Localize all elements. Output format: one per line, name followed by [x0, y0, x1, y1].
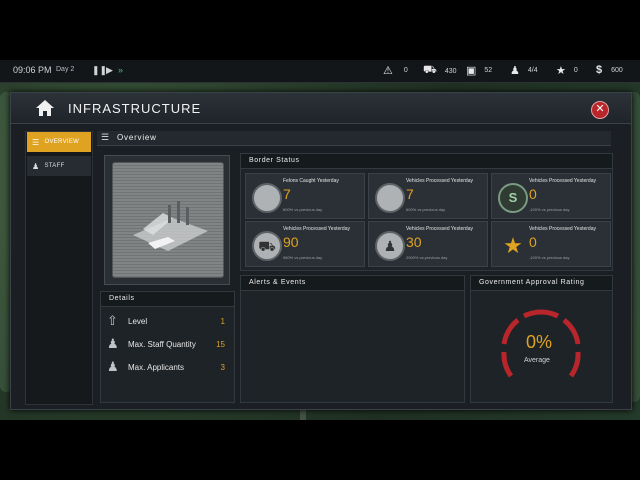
detail-row-applicants: ♟ Max. Applicants 3: [107, 359, 225, 374]
stat-tile: ★ Vehicles Processed Yesterday 0 -100% v…: [491, 221, 611, 267]
clock-time: 09:06 PM: [13, 65, 52, 75]
alerts-panel: Alerts & Events: [240, 275, 465, 403]
alerts-title: Alerts & Events: [241, 276, 464, 291]
details-title: Details: [101, 292, 234, 307]
vehicles-stat[interactable]: ⛟ 430: [423, 64, 457, 78]
car-check-icon: ⛟: [252, 231, 282, 261]
star-icon: ★: [503, 233, 523, 258]
applicants-icon: ♟: [107, 359, 119, 374]
money-icon: S: [498, 183, 528, 213]
day-counter: Day 2: [56, 66, 75, 73]
people-icon: ♟: [32, 161, 40, 171]
fast-forward-icon[interactable]: »: [118, 65, 123, 75]
section-header: ☰ Overview: [97, 131, 611, 146]
stat-tile: S Vehicles Processed Yesterday 0 -100% v…: [491, 173, 611, 219]
stat-tile: Felons Caught Yesterday 7 600% vs previo…: [245, 173, 365, 219]
level-up-icon: ⇧: [107, 313, 118, 328]
money-stat[interactable]: $ 600: [596, 64, 623, 76]
detail-row-staff: ♟ Max. Staff Quantity 15: [107, 336, 225, 351]
border-status-title: Border Status: [241, 154, 612, 169]
approval-title: Government Approval Rating: [471, 276, 612, 291]
layers-icon: ☰: [101, 132, 110, 142]
star-icon: ★: [556, 65, 566, 77]
approval-value: 0%: [526, 332, 553, 352]
people-icon: ♟: [107, 336, 119, 351]
window-header: INFRASTRUCTURE ✕: [11, 93, 631, 124]
details-panel: Details ⇧ Level 1 ♟ Max. Staff Quantity …: [100, 291, 235, 403]
car-icon: ⛟: [423, 64, 437, 76]
building-preview: [104, 155, 230, 285]
stat-tile: ♟ Vehicles Processed Yesterday 30 2900% …: [368, 221, 488, 267]
approval-caption: Average: [524, 357, 550, 364]
sidebar-item-overview[interactable]: ☰ OVERVIEW: [27, 132, 91, 152]
border-status-panel: Border Status Felons Caught Yesterday 7 …: [240, 153, 613, 271]
staff-stat[interactable]: ♟ 4/4: [510, 64, 538, 77]
people-icon: ♟: [510, 65, 520, 77]
infrastructure-window: INFRASTRUCTURE ✕ ☰ OVERVIEW ♟ STAFF ☰ Ov…: [10, 92, 632, 410]
dollar-icon: $: [596, 64, 603, 76]
stat-tile: ⛟ Vehicles Processed Yesterday 90 960% v…: [245, 221, 365, 267]
approval-panel: Government Approval Rating 0% Average: [470, 275, 613, 403]
sidebar-item-label: STAFF: [44, 163, 65, 169]
warning-icon: ⚠: [383, 65, 393, 77]
close-button[interactable]: ✕: [591, 101, 609, 119]
sidebar-item-label: OVERVIEW: [44, 139, 80, 145]
play-icon[interactable]: ▶: [106, 65, 113, 76]
building-image: [112, 162, 224, 278]
window-title: INFRASTRUCTURE: [68, 101, 202, 116]
detail-row-level: ⇧ Level 1: [107, 313, 225, 328]
people-check-icon: ♟: [375, 231, 405, 261]
building-illustration: [133, 201, 208, 251]
felon-cancel-icon: [375, 183, 405, 213]
tickets-stat[interactable]: ▣ 52: [466, 64, 492, 77]
stat-tile: Vehicles Processed Yesterday 7 600% vs p…: [368, 173, 488, 219]
top-status-bar: 09:06 PM Day 2 ❚❚ ▶ » ⚠ 0 ⛟ 430 ▣ 52 ♟ 4…: [0, 60, 640, 83]
layers-icon: ☰: [32, 137, 40, 147]
warnings-stat[interactable]: ⚠ 0: [383, 64, 408, 77]
sidebar: ☰ OVERVIEW ♟ STAFF: [25, 131, 93, 405]
felon-check-icon: [252, 183, 282, 213]
home-icon: [36, 100, 54, 116]
pause-icon[interactable]: ❚❚: [92, 65, 107, 76]
section-title: Overview: [117, 133, 157, 142]
ticket-icon: ▣: [466, 65, 477, 77]
close-icon: ✕: [595, 103, 605, 115]
sidebar-item-staff[interactable]: ♟ STAFF: [27, 156, 91, 176]
rating-stat[interactable]: ★ 0: [556, 64, 578, 77]
